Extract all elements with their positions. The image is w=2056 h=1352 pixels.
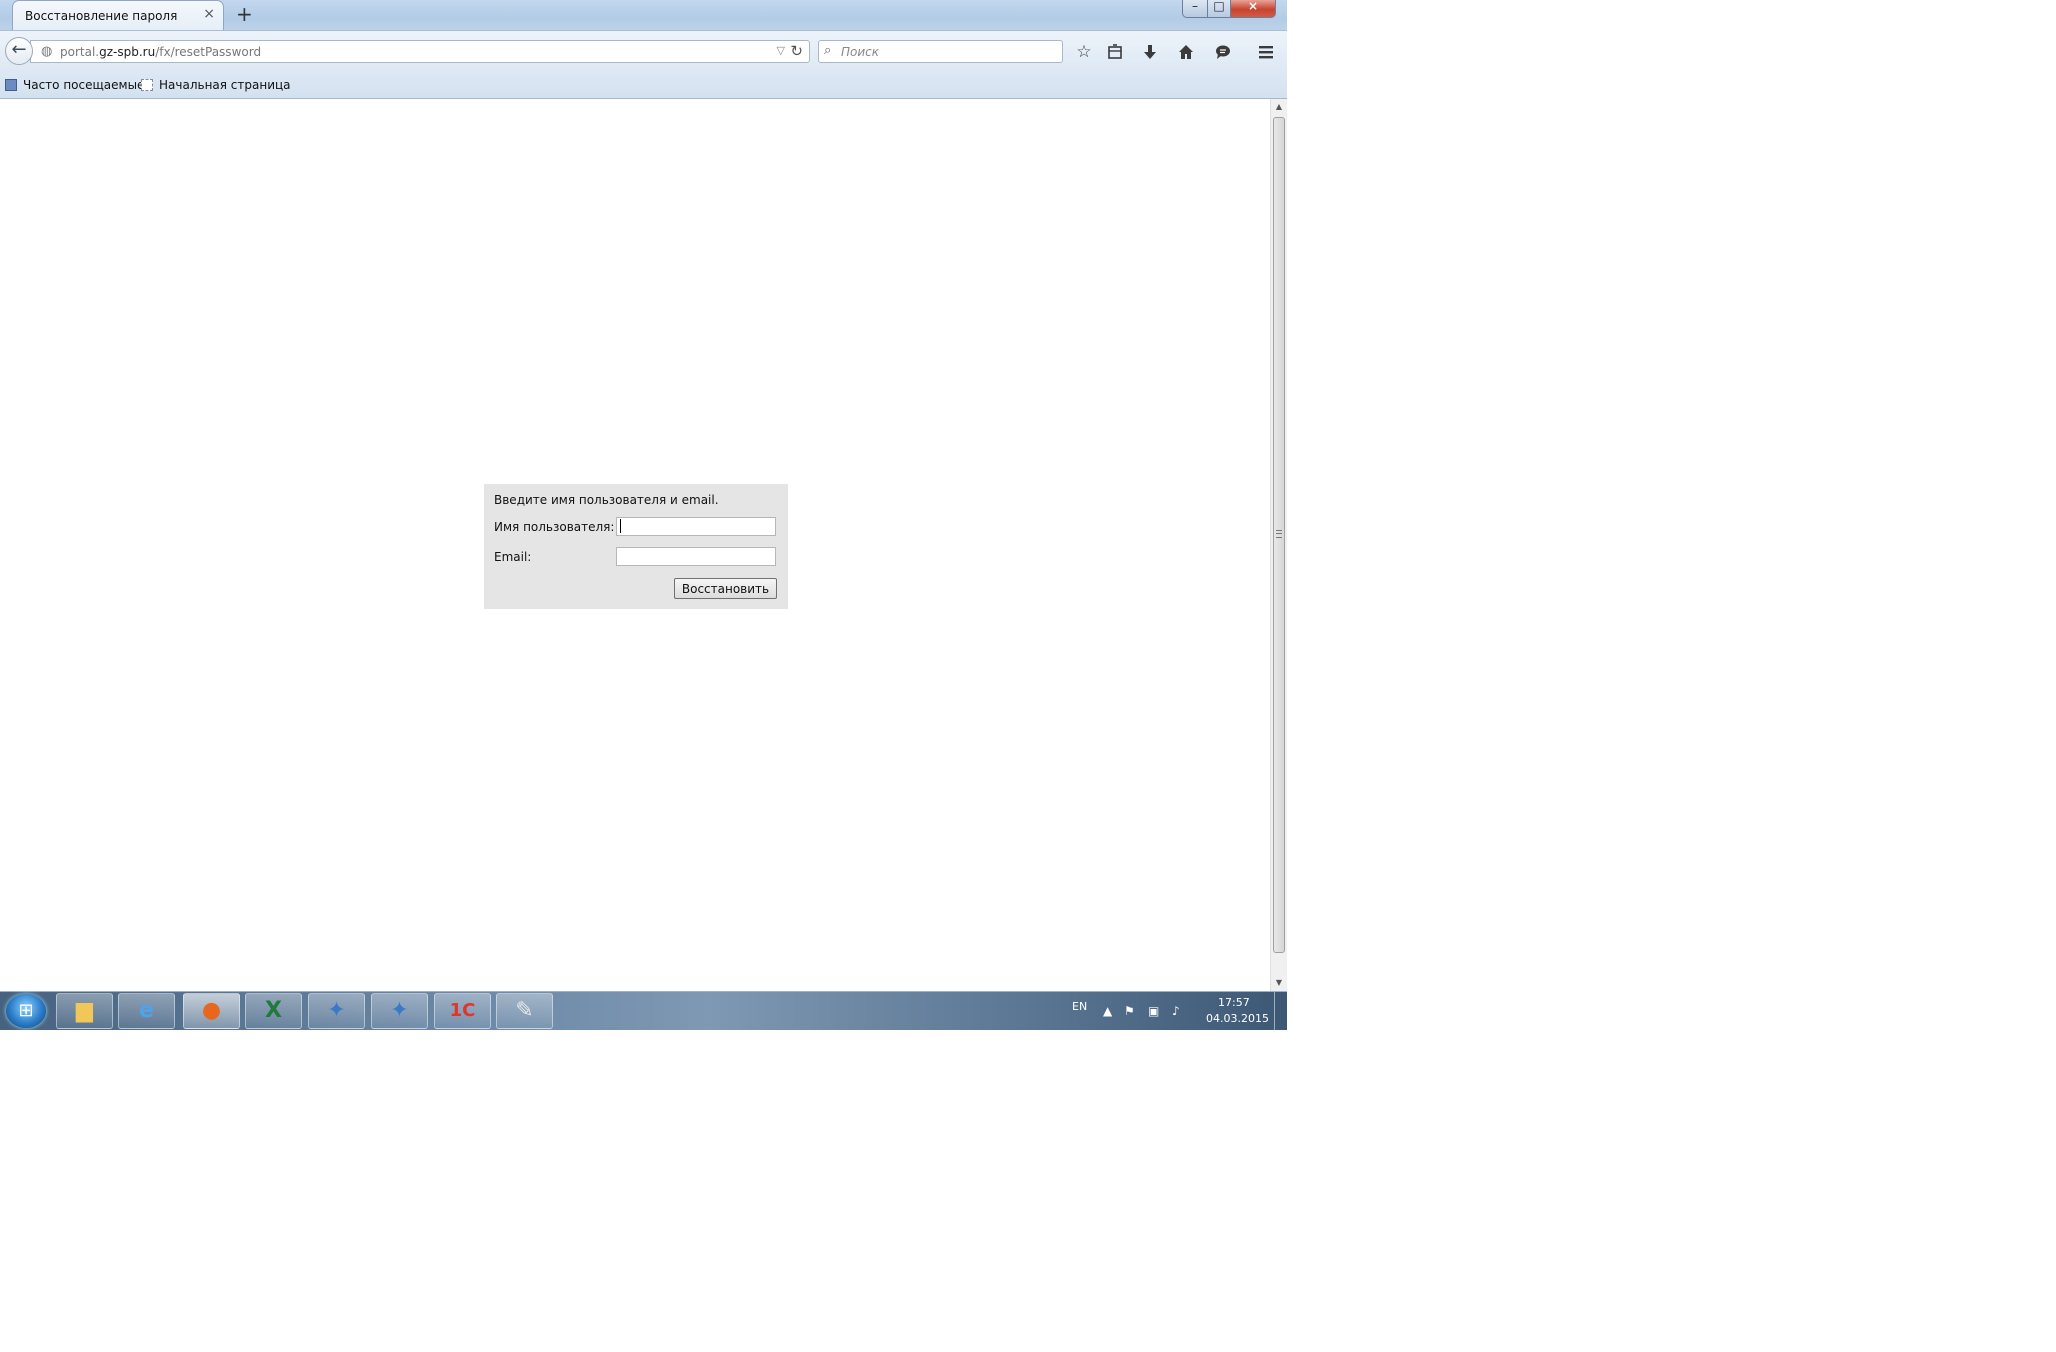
paint-icon[interactable]: ✎ [496, 993, 553, 1029]
start-button[interactable]: ⊞ [6, 994, 46, 1028]
taskbar: ⊞ ▆ e ● X ✦ ✦ 1С ✎ EN ▲ ⚑ ▣ ♪ 17:57 04.0… [0, 991, 1287, 1030]
scroll-up-icon[interactable]: ▲ [1271, 99, 1287, 115]
windows-logo-icon: ⊞ [18, 1000, 34, 1021]
home-icon[interactable] [1174, 40, 1198, 64]
scroll-down-icon[interactable]: ▼ [1271, 975, 1287, 991]
minimize-icon: – [1192, 0, 1198, 13]
download-icon[interactable] [1138, 40, 1162, 64]
internet-explorer-icon[interactable]: e [118, 993, 175, 1029]
clock-date[interactable]: 04.03.2015 [1206, 1012, 1269, 1025]
restore-button[interactable]: Восстановить [674, 578, 777, 599]
grip-icon [1276, 530, 1282, 538]
flag-icon[interactable]: ⚑ [1124, 1004, 1135, 1018]
reset-password-form: Введите имя пользователя и email. Имя по… [484, 484, 788, 609]
volume-icon[interactable]: ♪ [1172, 1004, 1180, 1018]
bookmarks-toolbar: Часто посещаемые Начальная страница [0, 72, 1287, 99]
new-tab-icon[interactable]: + [236, 4, 253, 24]
browser-tab[interactable]: Восстановление пароля × [12, 0, 224, 30]
tab-close-icon[interactable]: × [203, 7, 215, 21]
bookmark-start-page[interactable]: Начальная страница [141, 78, 291, 92]
network-app-icon[interactable]: ✦ [308, 993, 365, 1029]
url-text: portal.gz-spb.ru/fx/resetPassword [60, 45, 262, 59]
form-intro-text: Введите имя пользователя и email. [494, 493, 719, 507]
search-icon: ⌕ [824, 43, 832, 58]
minimize-button[interactable]: – [1182, 0, 1208, 18]
navigation-bar: ◍ portal.gz-spb.ru/fx/resetPassword ▽ ↻ … [0, 30, 1287, 72]
tray-expand-icon[interactable]: ▲ [1103, 1004, 1112, 1018]
maximize-icon: □ [1213, 0, 1225, 13]
page-content: Введите имя пользователя и email. Имя по… [0, 99, 1270, 991]
close-window-button[interactable]: × [1230, 0, 1276, 18]
url-bar[interactable]: ◍ portal.gz-spb.ru/fx/resetPassword ▽ ↻ [30, 40, 810, 63]
scrollbar-thumb[interactable] [1273, 117, 1285, 953]
network-icon[interactable]: ▣ [1148, 1004, 1159, 1018]
username-field[interactable] [616, 517, 776, 536]
reading-list-icon[interactable] [1103, 40, 1127, 64]
firefox-icon[interactable]: ● [183, 993, 240, 1029]
language-indicator[interactable]: EN [1072, 1000, 1087, 1013]
1c-icon[interactable]: 1С [434, 993, 491, 1029]
clock-time[interactable]: 17:57 [1218, 996, 1250, 1009]
frequent-icon [5, 79, 17, 91]
star-icon[interactable]: ☆ [1072, 40, 1096, 64]
username-label: Имя пользователя: [494, 520, 615, 534]
reload-icon[interactable]: ↻ [790, 42, 803, 60]
show-desktop-button[interactable] [1274, 992, 1287, 1030]
bookmark-frequent[interactable]: Часто посещаемые [5, 78, 144, 92]
text-caret [620, 519, 621, 533]
search-box[interactable]: ⌕ Поиск [818, 40, 1063, 63]
title-bar: Восстановление пароля × + – □ × [0, 0, 1287, 30]
tab-title: Восстановление пароля [25, 9, 178, 23]
back-button[interactable]: ← [5, 37, 33, 65]
maximize-button[interactable]: □ [1207, 0, 1231, 18]
close-icon: × [1247, 0, 1259, 13]
excel-icon[interactable]: X [245, 993, 302, 1029]
url-history-dropdown-icon[interactable]: ▽ [777, 44, 785, 57]
screen: Восстановление пароля × + – □ × ◍ portal… [0, 0, 1287, 1030]
vertical-scrollbar[interactable]: ▲ ▼ [1270, 99, 1287, 991]
chat-icon[interactable] [1211, 40, 1235, 64]
email-label: Email: [494, 550, 532, 564]
page-icon [141, 79, 153, 91]
email-field[interactable] [616, 547, 776, 566]
globe-icon: ◍ [41, 44, 53, 59]
network-app-icon[interactable]: ✦ [371, 993, 428, 1029]
explorer-icon[interactable]: ▆ [56, 993, 113, 1029]
search-placeholder: Поиск [841, 45, 880, 59]
menu-icon[interactable] [1254, 40, 1278, 64]
